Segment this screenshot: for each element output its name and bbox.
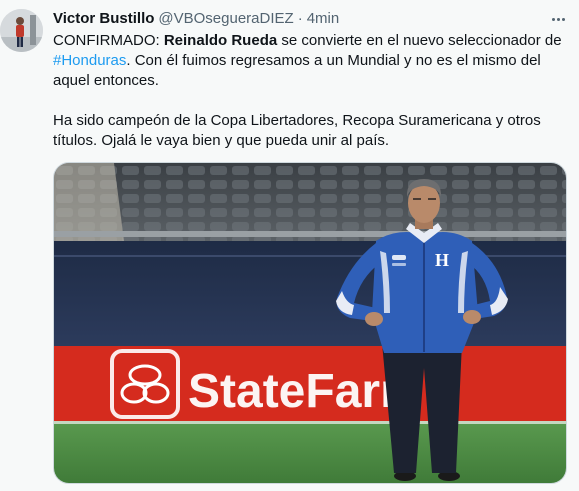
tweet-text-segment: CONFIRMADO: [53, 32, 164, 49]
tweet-header: Victor Bustillo @VBOsegueraDIEZ · 4min [53, 9, 339, 29]
avatar[interactable] [0, 9, 43, 52]
tweet-text-segment: se convierte en el nuevo seleccionador d… [277, 32, 562, 49]
more-options-button[interactable] [546, 8, 570, 30]
tweet-paragraph-1: CONFIRMADO: Reinaldo Rueda se convierte … [53, 31, 573, 91]
tweet-photo[interactable]: StateFarm H [53, 162, 567, 484]
more-dot-icon [556, 17, 560, 21]
tweet-bold-name: Reinaldo Rueda [163, 32, 278, 49]
author-name[interactable]: Victor Bustillo [53, 9, 154, 29]
pitch [54, 421, 566, 483]
photo-scene: StateFarm H [54, 163, 566, 483]
separator-dot: · [297, 10, 303, 27]
tweet-text: CONFIRMADO: Reinaldo Rueda se convierte … [53, 31, 573, 151]
author-handle[interactable]: @VBOsegueraDIEZ [158, 9, 293, 29]
jacket-crest: H [435, 250, 449, 270]
tweet[interactable]: Victor Bustillo @VBOsegueraDIEZ · 4min C… [0, 0, 579, 491]
timestamp[interactable]: 4min [307, 9, 340, 29]
avatar-photo-icon [0, 9, 43, 52]
more-dot-icon [561, 17, 565, 21]
tweet-paragraph-2: Ha sido campeón de la Copa Libertadores,… [53, 112, 541, 149]
hashtag-link[interactable]: #Honduras [53, 52, 126, 69]
more-dot-icon [551, 17, 555, 21]
tweet-text-segment: . Con él fuimos regresamos a un Mundial … [53, 52, 541, 89]
